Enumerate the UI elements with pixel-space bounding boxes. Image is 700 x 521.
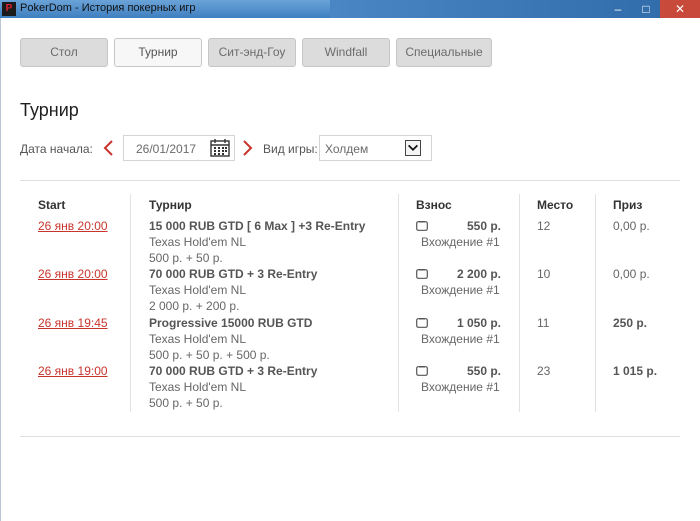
- filter-divider: [20, 180, 680, 181]
- header-start: Start: [38, 198, 66, 212]
- finish-place: 12: [537, 219, 551, 233]
- window-titlebar: P PokerDom - История покерных игр – □ ✕: [0, 0, 700, 18]
- tournament-date-link[interactable]: 26 янв 19:45: [38, 316, 108, 330]
- finish-place: 10: [537, 267, 551, 281]
- tournament-price: 2 000 р. + 200 р.: [149, 299, 240, 313]
- game-type-select[interactable]: Холдем: [319, 135, 432, 161]
- tournament-price: 500 р. + 50 р.: [149, 251, 223, 265]
- history-window: Стол Турнир Сит-энд-Гоу Windfall Специал…: [0, 18, 700, 521]
- table-row: 26 янв 20:00 15 000 RUB GTD [ 6 Max ] +3…: [1, 219, 700, 267]
- date-input[interactable]: 26/01/2017: [123, 135, 235, 161]
- tournament-game: Texas Hold'em NL: [149, 235, 246, 249]
- app-logo: P: [2, 2, 16, 16]
- tournament-game: Texas Hold'em NL: [149, 283, 246, 297]
- minimize-icon[interactable]: –: [604, 0, 632, 18]
- prize-amount: 0,00 р.: [613, 267, 650, 281]
- tournament-date-link[interactable]: 26 янв 20:00: [38, 219, 108, 233]
- tournament-game: Texas Hold'em NL: [149, 380, 246, 394]
- table-bottom-divider: [20, 436, 680, 437]
- tab-windfall[interactable]: Windfall: [302, 38, 390, 67]
- prize-amount: 0,00 р.: [613, 219, 650, 233]
- dropdown-arrow-icon[interactable]: [405, 140, 421, 156]
- buyin-amount: 550 р.: [466, 364, 501, 378]
- tab-special[interactable]: Специальные: [396, 38, 492, 67]
- maximize-icon[interactable]: □: [632, 0, 660, 18]
- tournament-name: 15 000 RUB GTD [ 6 Max ] +3 Re-Entry: [149, 219, 366, 233]
- chevron-left-icon[interactable]: [101, 139, 115, 157]
- table-row: 26 янв 20:00 70 000 RUB GTD + 3 Re-Entry…: [1, 267, 700, 315]
- close-icon[interactable]: ✕: [660, 0, 700, 18]
- header-place: Место: [537, 198, 574, 212]
- calendar-icon[interactable]: [210, 139, 230, 157]
- tournament-date-link[interactable]: 26 янв 20:00: [38, 267, 108, 281]
- prize-amount: 250 р.: [613, 316, 648, 330]
- wallet-icon: [416, 366, 428, 376]
- header-buyin: Взнос: [416, 198, 452, 212]
- table-row: 26 янв 19:00 70 000 RUB GTD + 3 Re-Entry…: [1, 364, 700, 412]
- tab-sit-and-go[interactable]: Сит-энд-Гоу: [208, 38, 296, 67]
- game-type-value: Холдем: [325, 142, 369, 156]
- entry-number: Вхождение #1: [421, 380, 500, 394]
- date-value: 26/01/2017: [136, 142, 197, 156]
- window-title: PokerDom - История покерных игр: [20, 2, 196, 14]
- window-controls: – □ ✕: [604, 0, 700, 18]
- buyin-amount: 2 200 р.: [456, 267, 501, 281]
- finish-place: 23: [537, 364, 551, 378]
- page-title: Турнир: [20, 100, 79, 120]
- tab-table[interactable]: Стол: [20, 38, 108, 67]
- finish-place: 11: [537, 316, 550, 330]
- tab-tournament[interactable]: Турнир: [114, 38, 202, 67]
- header-prize: Приз: [613, 198, 643, 212]
- wallet-icon: [416, 221, 428, 231]
- entry-number: Вхождение #1: [421, 235, 500, 249]
- tournament-date-link[interactable]: 26 янв 19:00: [38, 364, 108, 378]
- table-row: 26 янв 19:45 Progressive 15000 RUB GTD T…: [1, 316, 700, 364]
- wallet-icon: [416, 318, 428, 328]
- tournament-name: Progressive 15000 RUB GTD: [149, 316, 313, 330]
- entry-number: Вхождение #1: [421, 283, 500, 297]
- buyin-amount: 550 р.: [466, 219, 501, 233]
- chevron-right-icon[interactable]: [241, 139, 255, 157]
- game-type-label: Вид игры:: [263, 142, 318, 156]
- entry-number: Вхождение #1: [421, 332, 500, 346]
- tournament-game: Texas Hold'em NL: [149, 332, 246, 346]
- tournament-name: 70 000 RUB GTD + 3 Re-Entry: [149, 267, 318, 281]
- header-tournament: Турнир: [149, 198, 192, 212]
- prize-amount: 1 015 р.: [613, 364, 658, 378]
- tournament-price: 500 р. + 50 р.: [149, 396, 223, 410]
- date-label: Дата начала:: [20, 142, 93, 156]
- buyin-amount: 1 050 р.: [456, 316, 501, 330]
- tournament-name: 70 000 RUB GTD + 3 Re-Entry: [149, 364, 318, 378]
- tournament-price: 500 р. + 50 р. + 500 р.: [149, 348, 270, 362]
- game-type-tabs: Стол Турнир Сит-энд-Гоу Windfall Специал…: [20, 38, 498, 67]
- wallet-icon: [416, 269, 428, 279]
